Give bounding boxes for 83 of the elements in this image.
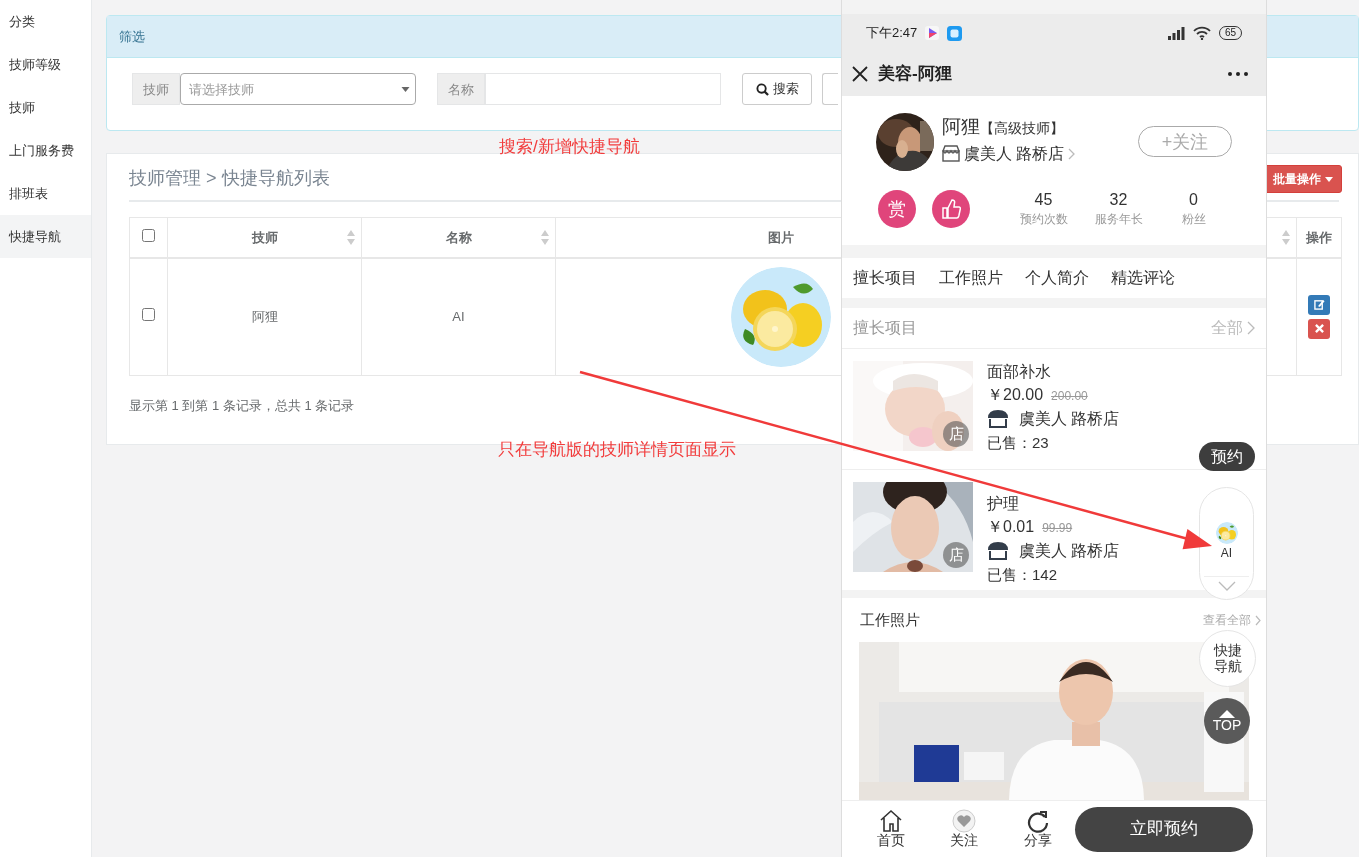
store-badge: 店 — [943, 421, 969, 447]
book-button[interactable]: 预约 — [1199, 442, 1255, 471]
level-label: 【高级技师】 — [980, 119, 1064, 138]
record-count: 显示第 1 到第 1 条记录，总共 1 条记录 — [129, 397, 356, 415]
stat-value: 0 — [1188, 190, 1199, 210]
original-price: 99.99 — [1042, 520, 1073, 537]
sidebar-item[interactable]: 分类 — [0, 0, 91, 43]
input-field[interactable] — [485, 73, 721, 105]
delete-button[interactable] — [1308, 318, 1330, 339]
app-icon — [947, 25, 963, 41]
quick-nav-item[interactable]: AI — [1215, 522, 1238, 562]
sold-count: 已售：142 — [987, 565, 1059, 585]
book-now-button[interactable]: 立即预约 — [1074, 806, 1253, 852]
share-icon — [1026, 809, 1051, 834]
sidebar-item[interactable]: 技师 — [0, 86, 91, 129]
table-cell: 阿狸 — [251, 309, 278, 324]
store-icon — [942, 145, 960, 162]
store-name: 虞美人 路桥店 — [1019, 541, 1120, 561]
annotation-text: 只在导航版的技师详情页面显示 — [498, 439, 736, 461]
search-icon — [755, 82, 769, 96]
checkbox[interactable] — [142, 308, 155, 321]
checkbox[interactable] — [142, 228, 155, 242]
section-title: 擅长项目 — [853, 318, 917, 338]
caret-icon — [1325, 176, 1333, 182]
original-price: 200.00 — [1051, 388, 1088, 405]
tab[interactable]: 工作照片 — [939, 266, 1003, 290]
chevron-right-icon — [1247, 321, 1255, 335]
store-name: 虞美人 路桥店 — [1019, 409, 1120, 429]
column-header[interactable]: 图片 — [767, 229, 794, 245]
select-field[interactable]: 请选择技师 — [180, 73, 416, 105]
caret-up-icon — [1219, 710, 1235, 718]
sold-count: 已售：23 — [987, 433, 1050, 453]
sidebar-item[interactable]: 上门服务费 — [0, 129, 91, 172]
chevron-right-icon — [1068, 147, 1077, 160]
stat-value: 32 — [1108, 190, 1129, 210]
sidebar-item[interactable]: 技师等级 — [0, 43, 91, 86]
like-button[interactable] — [932, 190, 970, 228]
more-icon[interactable] — [1228, 72, 1248, 76]
chevron-right-icon — [1255, 614, 1261, 626]
field-label: 名称 — [437, 73, 485, 105]
service-name[interactable]: 护理 — [987, 493, 1120, 515]
field-label: 技师 — [132, 73, 180, 105]
sidebar-item[interactable]: 快捷导航 — [0, 215, 91, 258]
column-header[interactable]: 技师 — [251, 229, 278, 245]
batch-button[interactable]: 批量操作 — [1264, 165, 1342, 193]
store-icon — [987, 409, 1009, 429]
stat-label: 预约次数 — [1018, 210, 1069, 228]
stat-label: 服务年长 — [1093, 210, 1144, 228]
tab[interactable]: 擅长项目 — [853, 266, 917, 290]
technician-name: 阿狸 — [942, 115, 980, 139]
table-cell: AI — [452, 309, 465, 324]
reward-button[interactable]: 赏 — [878, 190, 916, 228]
service-name[interactable]: 面部补水 — [987, 361, 1120, 383]
store-badge: 店 — [943, 542, 969, 568]
caret-icon — [401, 87, 410, 92]
tab[interactable]: 个人简介 — [1025, 266, 1089, 290]
edit-icon — [1313, 299, 1325, 311]
delete-icon — [1314, 324, 1324, 334]
price: ￥20.00 — [987, 385, 1044, 405]
store-name[interactable]: 虞美人 路桥店 — [964, 141, 1065, 166]
close-icon[interactable] — [852, 66, 868, 82]
footer-tab[interactable]: 首页 — [854, 809, 928, 849]
tab[interactable]: 精选评论 — [1111, 266, 1175, 290]
price: ￥0.01 — [987, 517, 1035, 537]
section-title: 工作照片 — [860, 609, 920, 630]
page-title: 美容-阿狸 — [878, 63, 952, 86]
sidebar-item[interactable]: 排班表 — [0, 172, 91, 215]
home-icon — [878, 809, 903, 834]
stat-label: 粉丝 — [1180, 210, 1207, 228]
stat-value: 45 — [1033, 190, 1054, 210]
wifi-icon — [1192, 26, 1211, 40]
signal-icon — [1166, 26, 1185, 40]
edit-button[interactable] — [1308, 294, 1330, 315]
store-icon — [987, 541, 1009, 561]
column-header[interactable]: 名称 — [445, 229, 472, 245]
footer-tab[interactable]: 分享 — [1001, 809, 1075, 849]
play-icon — [925, 26, 940, 40]
thumbs-up-icon — [941, 199, 961, 219]
annotation-text: 搜索/新增快捷导航 — [499, 136, 640, 158]
footer-tab[interactable]: 关注 — [927, 809, 1002, 849]
status-time: 下午2:47 — [866, 24, 918, 43]
search-button[interactable]: 搜索 — [742, 73, 812, 105]
breadcrumb: 技师管理 > 快捷导航列表 — [129, 167, 330, 190]
